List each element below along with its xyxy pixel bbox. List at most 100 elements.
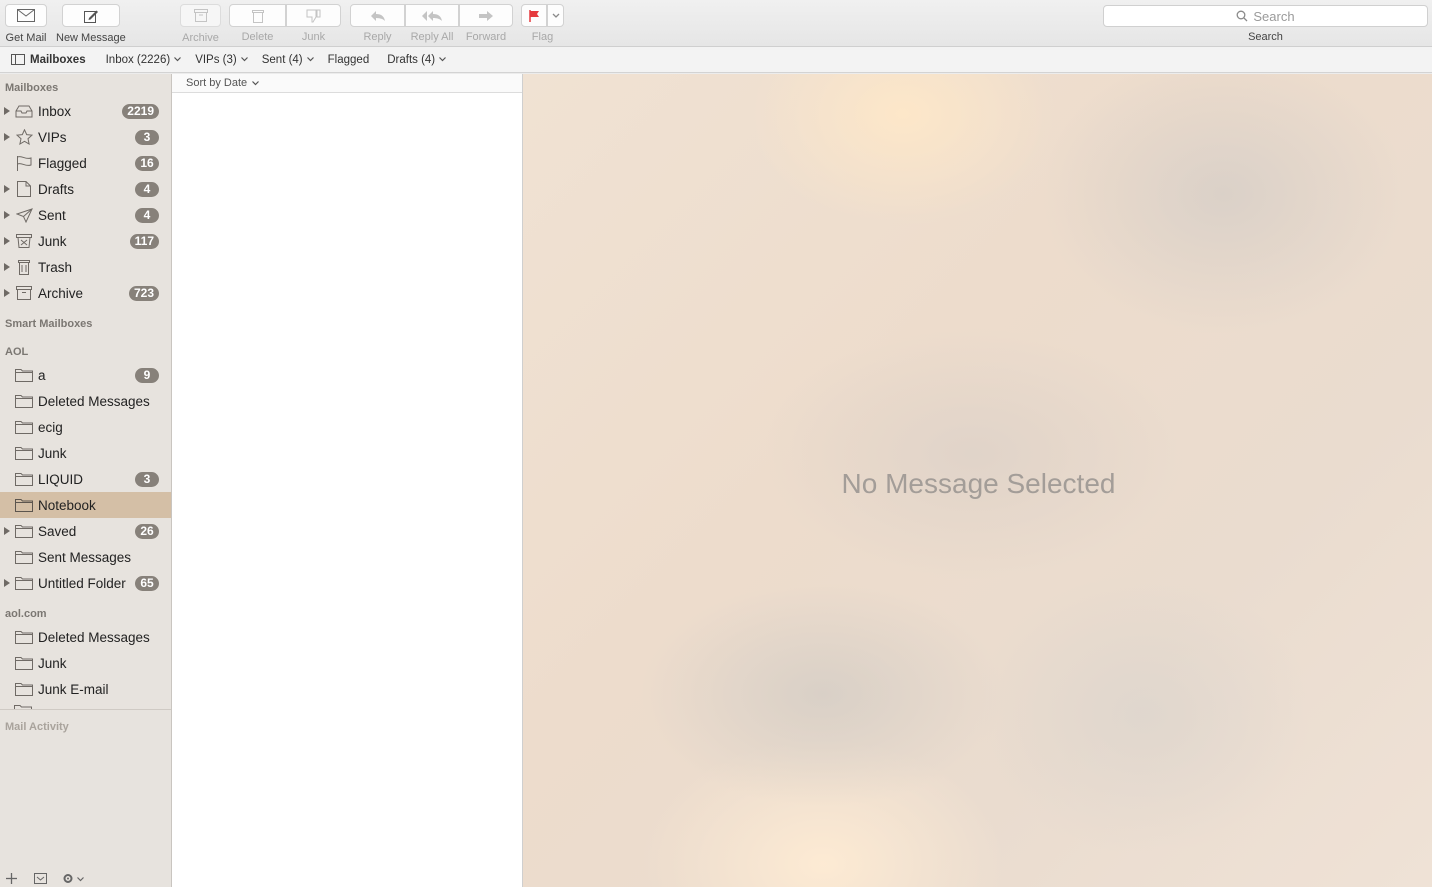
no-message-selected-text: No Message Selected — [523, 468, 1432, 500]
paper-plane-icon — [14, 206, 34, 224]
folder-aolcom-junk[interactable]: Junk — [0, 650, 171, 676]
mailbox-trash[interactable]: Trash — [0, 254, 171, 280]
flag-icon — [14, 154, 34, 172]
mailboxes-label: Mailboxes — [30, 53, 86, 66]
mail-activity-title: Mail Activity — [5, 721, 69, 733]
folder-liquid[interactable]: LIQUID 3 — [0, 466, 171, 492]
archive-icon — [193, 9, 208, 22]
disclosure-triangle-icon[interactable] — [0, 133, 12, 141]
envelope-icon — [17, 9, 35, 22]
reply-labels: Reply Reply All Forward — [350, 31, 513, 43]
folder-aolcom-deleted-messages[interactable]: Deleted Messages — [0, 624, 171, 650]
reply-label: Reply — [363, 31, 392, 43]
reply-all-button[interactable] — [405, 4, 459, 27]
add-icon[interactable] — [6, 873, 17, 884]
mailboxes-section-title: Mailboxes — [5, 82, 59, 94]
folder-icon — [14, 680, 34, 698]
reply-button[interactable] — [350, 4, 405, 27]
folder-label: Junk — [38, 445, 67, 461]
disclosure-triangle-icon[interactable] — [0, 289, 12, 297]
mailbox-inbox[interactable]: Inbox 2219 — [0, 98, 171, 124]
folder-sent-messages[interactable]: Sent Messages — [0, 544, 171, 570]
mailbox-junk[interactable]: Junk 117 — [0, 228, 171, 254]
folder-icon — [14, 470, 34, 488]
mailbox-action-icon[interactable] — [34, 873, 47, 884]
flag-labels: Flag — [521, 31, 564, 43]
folder-label: a — [38, 367, 46, 383]
folder-icon — [14, 392, 34, 410]
folder-junk[interactable]: Junk — [0, 440, 171, 466]
search-field[interactable]: Search — [1103, 5, 1428, 27]
fav-inbox-label: Inbox (2226) — [105, 53, 171, 66]
folder-label: Untitled Folder — [38, 575, 126, 591]
get-mail-button[interactable] — [5, 4, 47, 27]
mailbox-archive[interactable]: Archive 723 — [0, 280, 171, 306]
disclosure-triangle-icon[interactable] — [0, 107, 12, 115]
mailboxes-toggle-button[interactable]: Mailboxes — [11, 54, 86, 66]
folder-aolcom-junk-email[interactable]: Junk E-mail — [0, 676, 171, 702]
mailbox-label: Inbox — [38, 103, 72, 119]
aol-section-title[interactable]: AOL — [5, 346, 28, 358]
fav-flagged[interactable]: Flagged — [328, 54, 370, 66]
search-placeholder: Search — [1253, 8, 1295, 24]
folder-untitled-folder[interactable]: Untitled Folder 65 — [0, 570, 171, 596]
disclosure-triangle-icon[interactable] — [0, 263, 12, 271]
message-list[interactable]: Sort by Date — [172, 74, 523, 887]
chevron-down-icon — [439, 57, 447, 62]
folder-icon — [14, 444, 34, 462]
folder-deleted-messages[interactable]: Deleted Messages — [0, 388, 171, 414]
unread-count-badge: 4 — [135, 207, 159, 223]
folder-icon — [14, 496, 34, 514]
disclosure-triangle-icon[interactable] — [0, 237, 12, 245]
smart-mailboxes-section-title[interactable]: Smart Mailboxes — [5, 318, 92, 330]
chevron-down-icon — [174, 57, 182, 62]
folder-label: LIQUID — [38, 471, 84, 487]
fav-sent[interactable]: Sent (4) — [262, 54, 314, 66]
disclosure-triangle-icon[interactable] — [0, 527, 12, 535]
flag-button[interactable] — [521, 4, 547, 27]
archive-item[interactable]: Archive — [180, 4, 221, 44]
mailbox-flagged[interactable]: Flagged 16 — [0, 150, 171, 176]
mailbox-sent[interactable]: Sent 4 — [0, 202, 171, 228]
archive-label: Archive — [182, 32, 219, 44]
folder-label: Deleted Messages — [38, 393, 150, 409]
mailbox-vips[interactable]: VIPs 3 — [0, 124, 171, 150]
message-viewer: No Message Selected — [523, 74, 1432, 887]
delete-button[interactable] — [229, 4, 286, 27]
fav-vips[interactable]: VIPs (3) — [195, 54, 248, 66]
junk-button[interactable] — [286, 4, 341, 27]
folder-icon — [14, 548, 34, 566]
disclosure-triangle-icon[interactable] — [0, 579, 12, 587]
forward-label: Forward — [465, 31, 507, 43]
fav-inbox[interactable]: Inbox (2226) — [106, 54, 182, 66]
folder-notebook[interactable]: Notebook — [0, 492, 171, 518]
delete-junk-group — [229, 4, 341, 27]
folder-a[interactable]: a 9 — [0, 362, 171, 388]
mailbox-label: Trash — [38, 259, 73, 275]
folder-icon — [14, 628, 34, 646]
folder-icon — [14, 522, 34, 540]
forward-button[interactable] — [459, 4, 513, 27]
sort-by-date-button[interactable]: Sort by Date — [172, 74, 522, 93]
sort-label: Sort by Date — [186, 77, 248, 89]
new-message-button[interactable] — [61, 4, 120, 27]
chevron-down-icon[interactable] — [77, 877, 84, 882]
folder-ecig[interactable]: ecig — [0, 414, 171, 440]
unread-count-badge: 3 — [135, 471, 159, 487]
mailbox-drafts[interactable]: Drafts 4 — [0, 176, 171, 202]
disclosure-triangle-icon[interactable] — [0, 211, 12, 219]
gear-icon[interactable] — [62, 872, 76, 885]
archive-button[interactable] — [180, 4, 221, 27]
disclosure-triangle-icon[interactable] — [0, 185, 12, 193]
chevron-down-icon — [552, 13, 559, 18]
flag-menu-button[interactable] — [547, 4, 564, 27]
fav-drafts[interactable]: Drafts (4) — [387, 53, 447, 66]
sidebar-icon — [11, 54, 25, 65]
get-mail-item[interactable]: Get Mail — [5, 4, 47, 44]
red-flag-icon — [528, 9, 539, 22]
aol-com-section-title[interactable]: aol.com — [5, 608, 47, 620]
fav-drafts-label: Drafts (4) — [387, 53, 436, 66]
folder-saved[interactable]: Saved 26 — [0, 518, 171, 544]
new-message-item[interactable]: New Message — [56, 4, 126, 44]
toolbar: Get Mail New Message Archive Delete Junk — [0, 0, 1432, 47]
